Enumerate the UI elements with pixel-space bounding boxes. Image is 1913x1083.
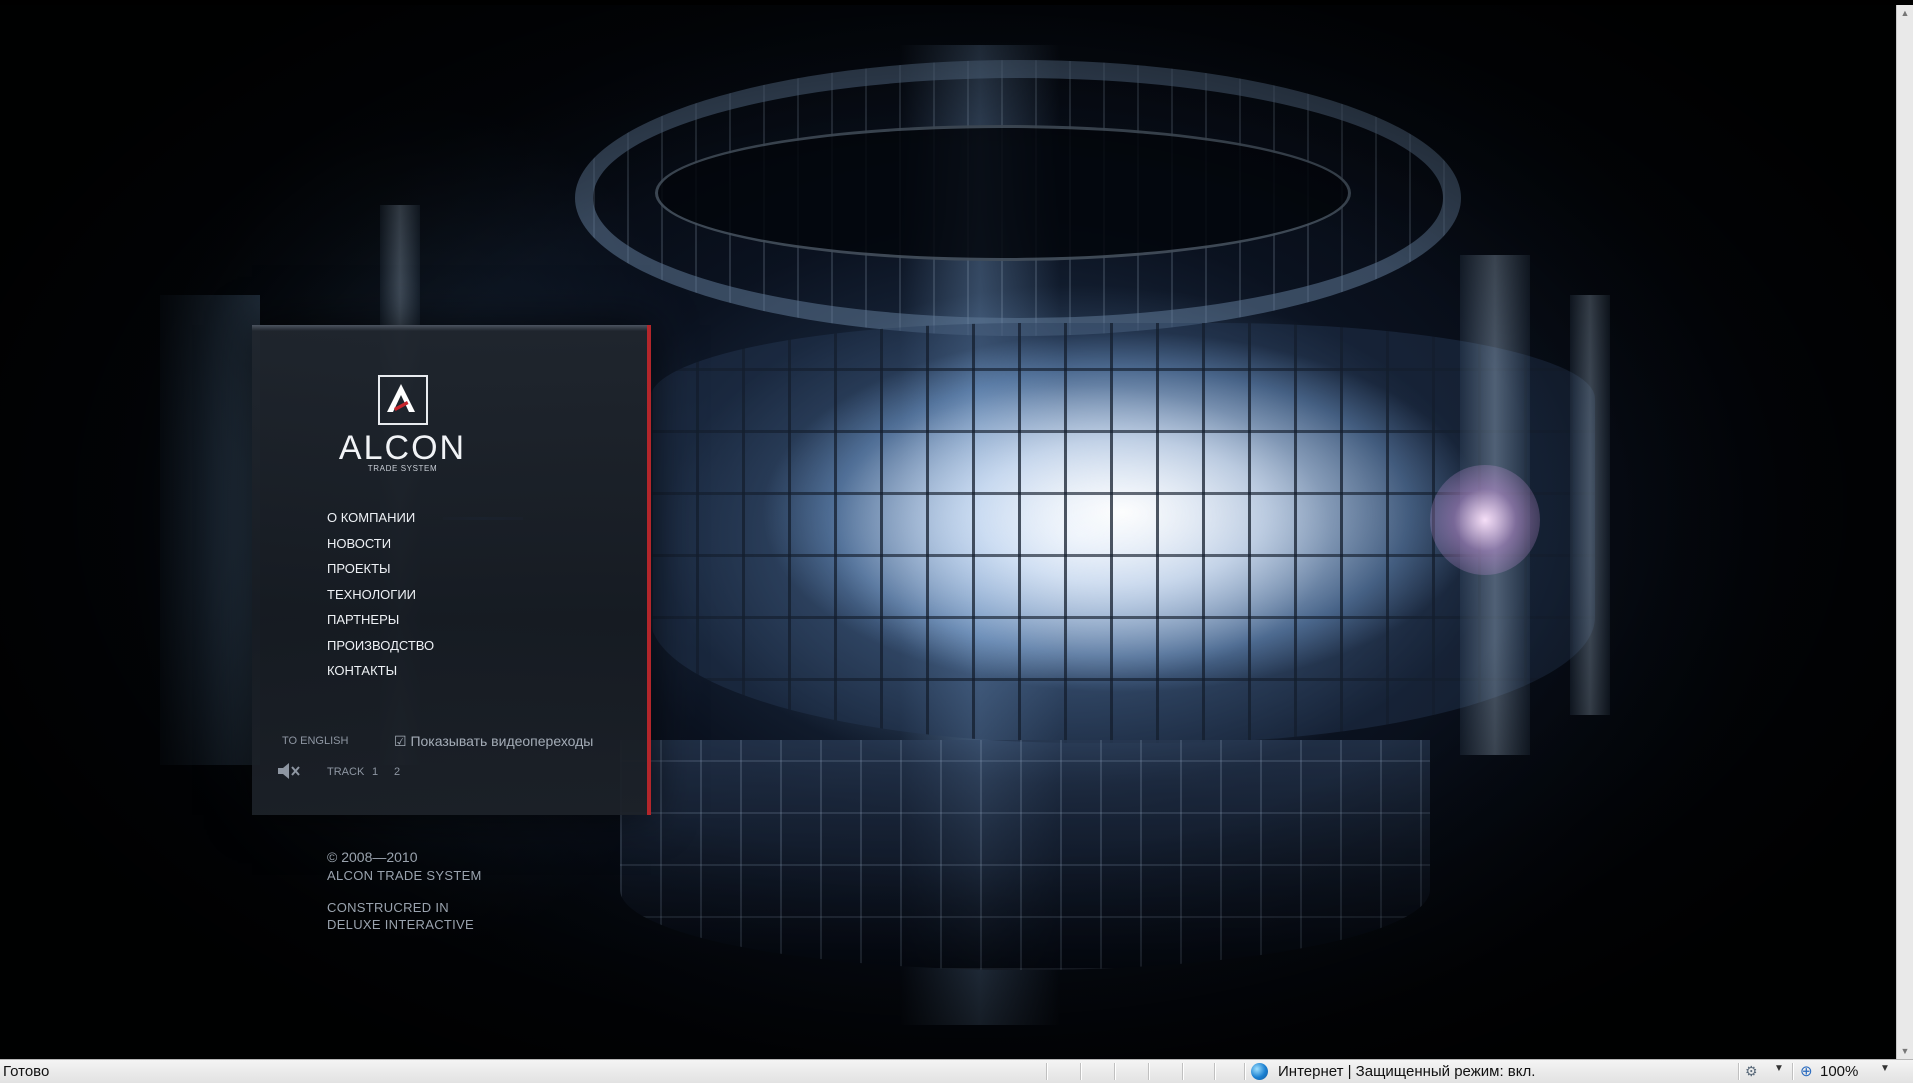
- status-separator: [1148, 1063, 1150, 1080]
- status-separator: [1182, 1063, 1184, 1080]
- nav-item-projects[interactable]: ПРОЕКТЫ: [327, 556, 434, 582]
- zoom-dropdown-chevron-icon[interactable]: ▼: [1880, 1063, 1890, 1074]
- nav-item-news[interactable]: НОВОСТИ: [327, 531, 434, 557]
- internet-globe-icon: [1251, 1063, 1268, 1080]
- site-viewport: ALCON TRADE SYSTEM О КОМПАНИИ НОВОСТИ ПР…: [0, 5, 1897, 1059]
- chevron-down-icon[interactable]: ▼: [1774, 1063, 1784, 1074]
- alcon-logo-icon: [377, 375, 428, 425]
- credit-line-1: CONSTRUCRED IN: [327, 900, 449, 915]
- protected-mode-icon[interactable]: ⚙: [1745, 1063, 1758, 1080]
- credit-line-2: DELUXE INTERACTIVE: [327, 917, 474, 932]
- logo[interactable]: ALCON TRADE SYSTEM: [330, 375, 475, 473]
- track-2-button[interactable]: 2: [394, 766, 400, 778]
- nav-item-about[interactable]: О КОМПАНИИ: [327, 505, 434, 531]
- menu-panel: ALCON TRADE SYSTEM О КОМПАНИИ НОВОСТИ ПР…: [252, 325, 651, 815]
- copyright-years: © 2008—2010: [327, 849, 418, 865]
- nav-item-partners[interactable]: ПАРТНЕРЫ: [327, 607, 434, 633]
- scroll-up-arrow-icon[interactable]: ▲: [1899, 7, 1911, 19]
- status-text: Готово: [3, 1063, 50, 1080]
- video-transitions-checkbox[interactable]: ☑ Показывать видеопереходы: [394, 733, 593, 750]
- status-separator: [1080, 1063, 1082, 1080]
- track-1-button[interactable]: 1: [372, 766, 378, 778]
- copyright-company: ALCON TRADE SYSTEM: [327, 868, 482, 883]
- scroll-down-arrow-icon[interactable]: ▼: [1899, 1045, 1911, 1057]
- developer-credit[interactable]: CONSTRUCRED IN DELUXE INTERACTIVE: [327, 899, 482, 933]
- nav-item-production[interactable]: ПРОИЗВОДСТВО: [327, 633, 434, 659]
- nav-item-contacts[interactable]: КОНТАКТЫ: [327, 658, 434, 684]
- status-separator: [1114, 1063, 1116, 1080]
- track-label: TRACK: [327, 766, 365, 778]
- site-footer: © 2008—2010 ALCON TRADE SYSTEM CONSTRUCR…: [327, 848, 482, 933]
- zoom-level[interactable]: 100%: [1820, 1063, 1858, 1080]
- status-separator: [1244, 1063, 1246, 1080]
- magnifier-icon[interactable]: ⊕: [1800, 1062, 1813, 1080]
- speaker-muted-icon[interactable]: [277, 762, 301, 783]
- browser-status-bar: Готово Интернет | Защищенный режим: вкл.…: [0, 1059, 1913, 1083]
- status-separator: [1738, 1063, 1740, 1080]
- status-separator: [1792, 1063, 1794, 1080]
- status-separator: [1214, 1063, 1216, 1080]
- brand-name: ALCON: [338, 429, 467, 467]
- status-separator: [1046, 1063, 1048, 1080]
- main-nav: О КОМПАНИИ НОВОСТИ ПРОЕКТЫ ТЕХНОЛОГИИ ПА…: [327, 505, 434, 684]
- language-switch-link[interactable]: TO ENGLISH: [282, 735, 348, 747]
- vertical-scrollbar[interactable]: ▲ ▼: [1896, 5, 1913, 1059]
- security-zone-text[interactable]: Интернет | Защищенный режим: вкл.: [1278, 1063, 1535, 1080]
- nav-item-technologies[interactable]: ТЕХНОЛОГИИ: [327, 582, 434, 608]
